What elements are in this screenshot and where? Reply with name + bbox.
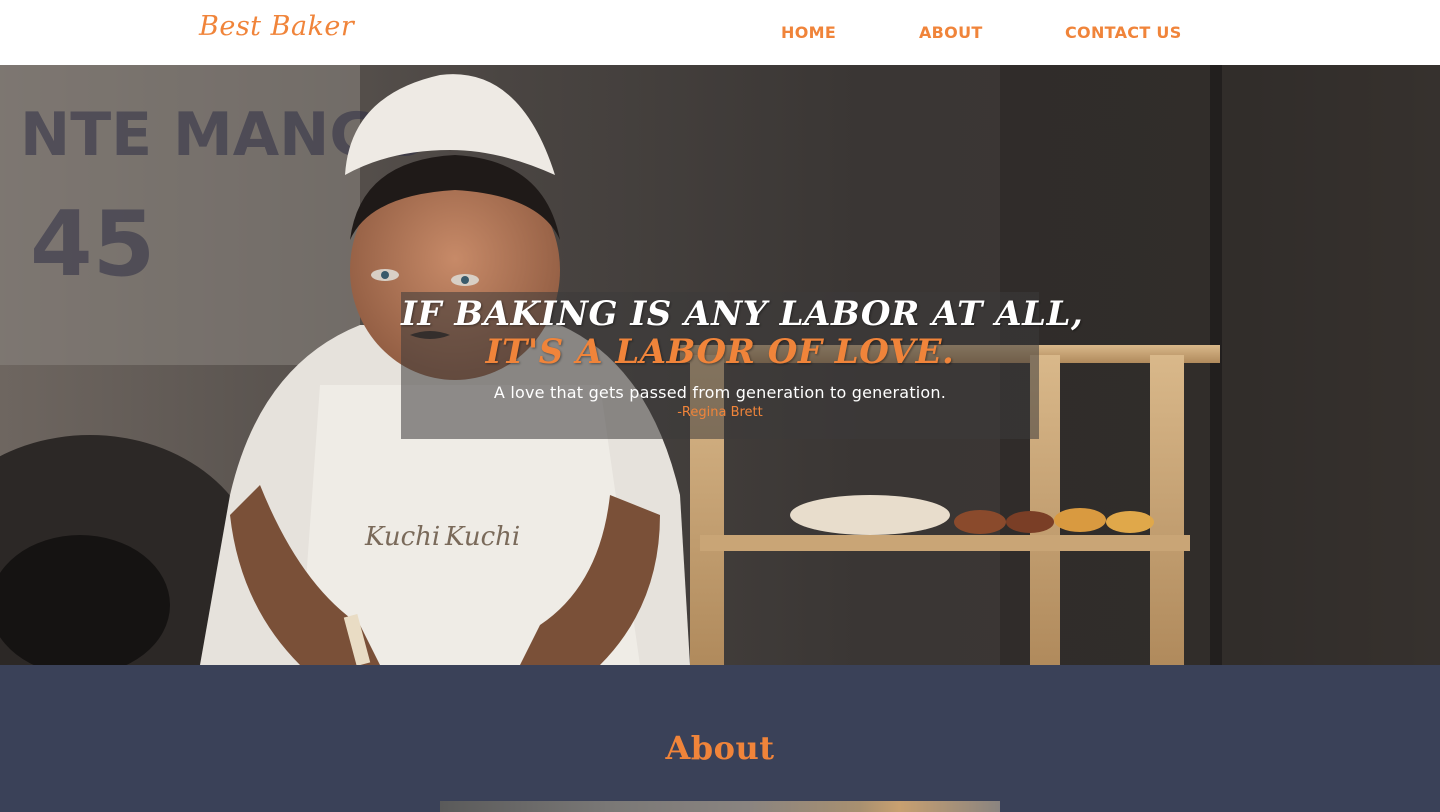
hero-quote-line-2: IT'S A LABOR OF LOVE. — [485, 332, 955, 372]
hero-quote-line-1: IF BAKING IS ANY LABOR AT ALL, — [401, 294, 1084, 334]
svg-text:Kuchi: Kuchi — [364, 522, 440, 552]
brand-logo[interactable]: Best Baker — [199, 11, 354, 42]
hero-section: NTE MANGO 45 Kuchi Kuchi IF BAKING IS AN… — [0, 65, 1440, 665]
nav-link-about[interactable]: ABOUT — [919, 23, 983, 42]
nav-link-contact-us[interactable]: CONTACT US — [1065, 23, 1182, 42]
hero-quote-box: IF BAKING IS ANY LABOR AT ALL, IT'S A LA… — [401, 292, 1084, 439]
svg-text:Kuchi: Kuchi — [444, 522, 520, 552]
about-image — [440, 801, 1000, 812]
top-navbar: Best Baker HOME ABOUT CONTACT US — [0, 0, 1440, 65]
hero-author: -Regina Brett — [677, 405, 763, 420]
hero-subtitle: A love that gets passed from generation … — [493, 383, 947, 402]
about-heading: About — [665, 729, 775, 767]
nav-link-home[interactable]: HOME — [781, 23, 836, 42]
about-section: About — [0, 665, 1440, 812]
svg-text:45: 45 — [30, 192, 155, 297]
